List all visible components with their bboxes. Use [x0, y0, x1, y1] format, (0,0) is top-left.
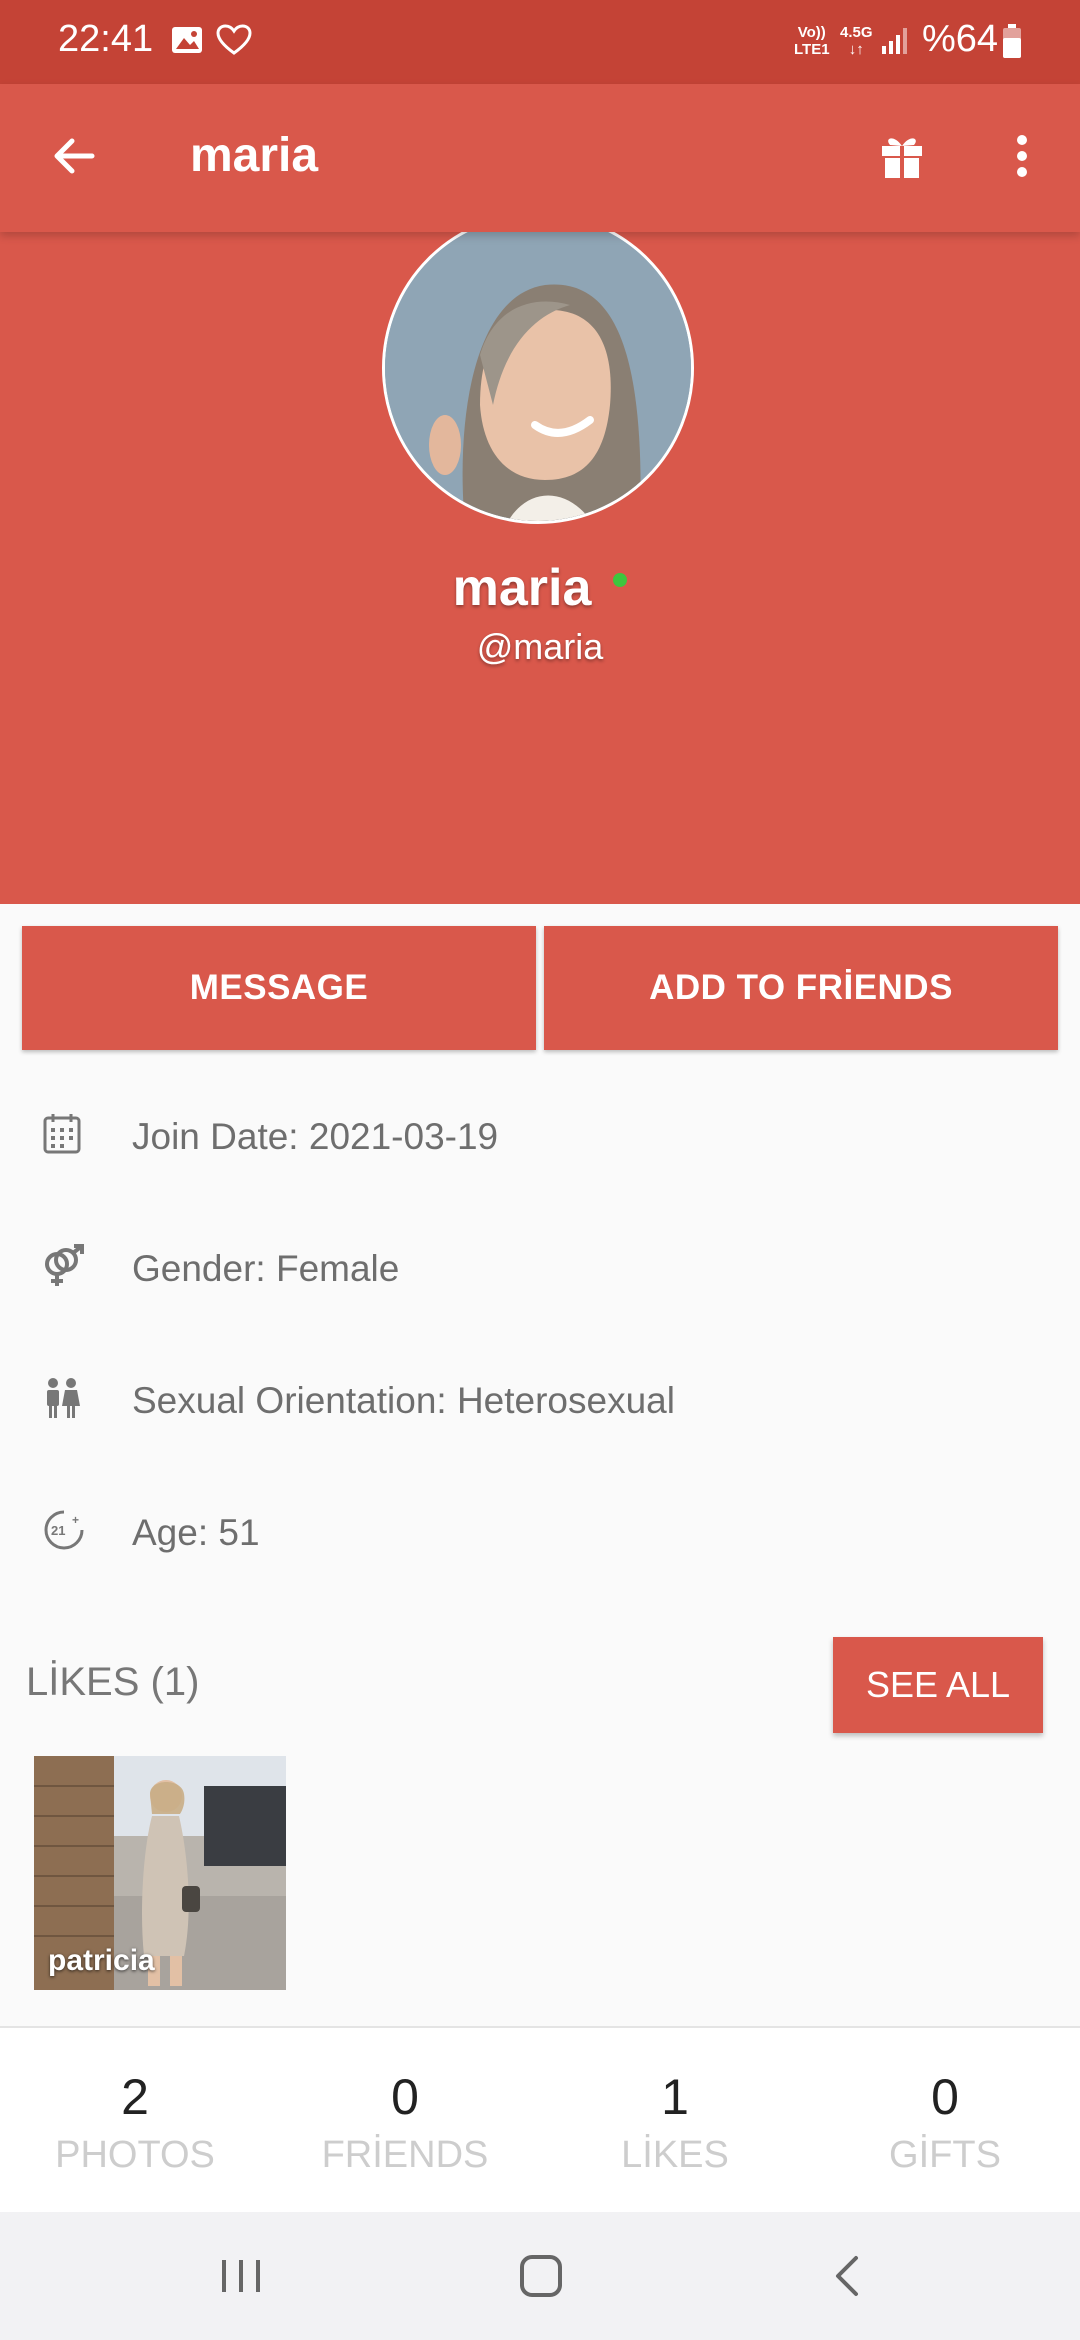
online-status-dot [613, 573, 628, 587]
calendar-icon [42, 1112, 82, 1156]
stat-photos-count: 2 [121, 2069, 149, 2125]
app-bar: maria [0, 84, 1080, 232]
stat-likes-count: 1 [661, 2069, 689, 2125]
add-to-friends-button[interactable]: ADD TO FRİENDS [544, 926, 1058, 1050]
stat-likes-label: LİKES [621, 2134, 729, 2176]
status-bar: 22:41 Vo)) LTE1 4.5G ↓↑ %64 [0, 0, 1080, 84]
orientation-text: Sexual Orientation: Heterosexual [132, 1380, 675, 1421]
svg-text:21: 21 [51, 1523, 65, 1538]
heart-notification-icon [216, 24, 252, 61]
likes-section-title: LİKES (1) [26, 1660, 200, 1704]
battery-icon [1002, 24, 1022, 65]
gallery-notification-icon [170, 24, 204, 61]
svg-text:+: + [72, 1513, 79, 1527]
info-row-orientation: Sexual Orientation: Heterosexual [20, 1336, 1060, 1468]
couple-icon [42, 1376, 82, 1420]
system-nav-bar [0, 2212, 1080, 2340]
stat-gifts-count: 0 [931, 2069, 959, 2125]
info-row-join-date: Join Date: 2021-03-19 [20, 1072, 1060, 1204]
join-date-text: Join Date: 2021-03-19 [132, 1116, 499, 1157]
status-time: 22:41 [58, 18, 154, 60]
stat-photos-label: PHOTOS [55, 2134, 215, 2176]
network-type-indicator: 4.5G ↓↑ [840, 24, 873, 58]
more-options-icon[interactable] [1006, 128, 1038, 184]
stat-friends-count: 0 [391, 2069, 419, 2125]
see-all-button[interactable]: SEE ALL [833, 1637, 1043, 1733]
signal-icon [880, 26, 910, 61]
age-21-icon: 21 + [42, 1508, 84, 1552]
app-bar-title: maria [190, 129, 319, 182]
like-card-name: patricia [48, 1944, 155, 1977]
profile-header: maria @maria [0, 212, 1080, 904]
stat-friends-label: FRİENDS [321, 2134, 489, 2176]
like-card[interactable]: patricia [34, 1756, 286, 1990]
gender-icon [42, 1244, 84, 1288]
message-button[interactable]: MESSAGE [22, 926, 536, 1050]
battery-level: %64 [922, 18, 999, 60]
profile-avatar[interactable] [382, 212, 694, 524]
back-arrow-icon[interactable] [46, 128, 102, 184]
gift-icon[interactable] [876, 128, 928, 184]
profile-screen: 22:41 Vo)) LTE1 4.5G ↓↑ %64 maria maria … [0, 0, 1080, 2340]
volte-indicator: Vo)) LTE1 [794, 24, 830, 58]
profile-name: maria [0, 558, 1080, 618]
info-row-gender: Gender: Female [20, 1204, 1060, 1336]
recent-apps-icon[interactable] [218, 2250, 264, 2302]
home-icon[interactable] [518, 2250, 564, 2302]
system-back-icon[interactable] [824, 2250, 870, 2302]
stats-bar: 2 PHOTOS 0 FRİENDS 1 LİKES 0 GİFTS [0, 2026, 1080, 2212]
age-text: Age: 51 [132, 1512, 260, 1553]
stat-gifts-label: GİFTS [889, 2134, 1001, 2176]
profile-handle: @maria [476, 626, 604, 667]
info-row-age: 21 + Age: 51 [20, 1468, 1060, 1600]
gender-text: Gender: Female [132, 1248, 400, 1289]
